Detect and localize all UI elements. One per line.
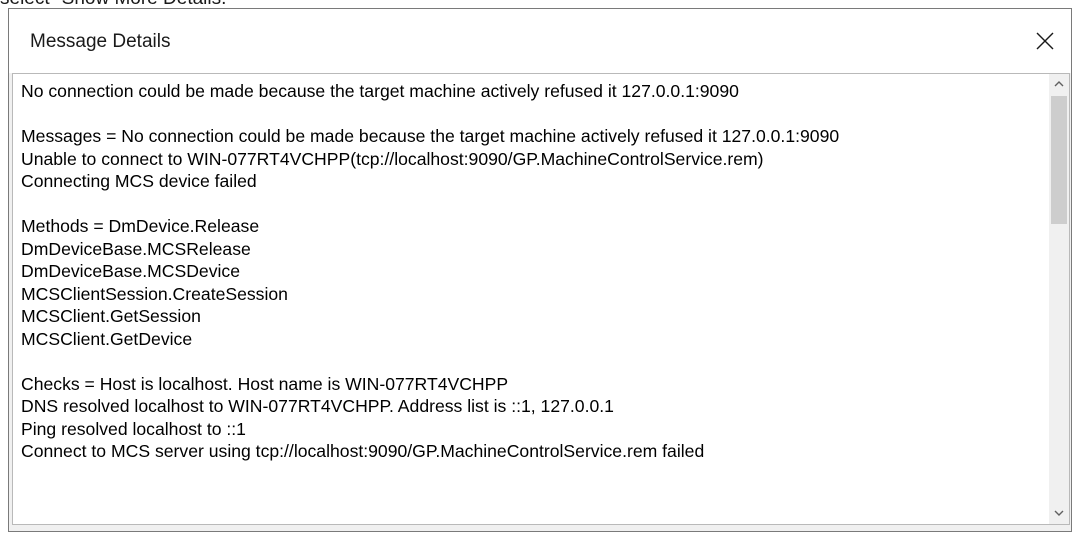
chevron-up-icon — [1054, 81, 1064, 87]
close-button[interactable] — [1025, 21, 1065, 61]
close-icon — [1036, 32, 1054, 50]
detail-line: Methods = DmDevice.Release — [21, 216, 260, 236]
scroll-up-button[interactable] — [1049, 74, 1069, 94]
detail-line: MCSClient.GetDevice — [21, 328, 193, 349]
detail-line: MCSClientSession.CreateSession — [21, 283, 288, 304]
detail-line: Ping resolved localhost to ::1 — [21, 418, 246, 439]
detail-line: No connection could be made because the … — [21, 81, 739, 101]
vertical-scrollbar[interactable] — [1049, 74, 1069, 524]
detail-line: Unable to connect to WIN-077RT4VCHPP(tcp… — [21, 148, 764, 169]
scrollbar-thumb[interactable] — [1051, 96, 1067, 224]
dialog-title: Message Details — [30, 31, 171, 52]
title-bar: Message Details — [9, 9, 1071, 73]
scroll-down-button[interactable] — [1049, 504, 1069, 524]
chevron-down-icon — [1054, 510, 1064, 516]
detail-line: Connect to MCS server using tcp://localh… — [21, 441, 705, 461]
detail-line: Connecting MCS device failed — [21, 171, 257, 191]
message-details-text: No connection could be made because the … — [21, 80, 1051, 463]
detail-line: MCSClient.GetSession — [21, 306, 201, 326]
detail-line: DmDeviceBase.MCSRelease — [21, 238, 251, 259]
detail-line: DmDeviceBase.MCSDevice — [21, 261, 241, 281]
detail-line: DNS resolved localhost to WIN-077RT4VCHP… — [21, 396, 614, 416]
message-details-dialog: Message Details No connection could be m… — [8, 8, 1072, 532]
message-details-textbox[interactable]: No connection could be made because the … — [12, 73, 1070, 525]
detail-line: Checks = Host is localhost. Host name is… — [21, 373, 509, 394]
detail-line: Messages = No connection could be made b… — [21, 126, 840, 146]
